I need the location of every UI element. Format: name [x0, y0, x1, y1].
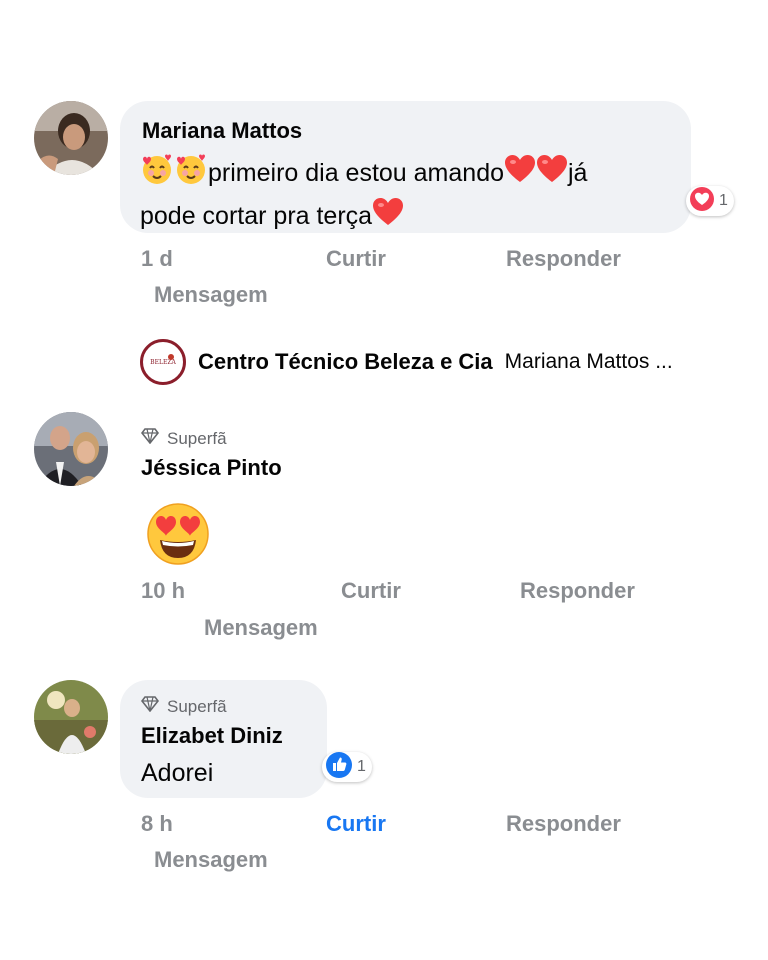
reply-preview[interactable]: BELEZA Centro Técnico Beleza e Cia Maria…	[140, 339, 673, 385]
reaction-count: 1	[357, 758, 366, 775]
red-heart-icon	[372, 197, 404, 238]
like-button[interactable]: Curtir	[326, 246, 386, 272]
like-button[interactable]: Curtir	[326, 811, 386, 837]
reaction-count: 1	[719, 192, 728, 209]
smiling-face-hearts-icon	[174, 152, 208, 197]
comment-author[interactable]: Elizabet Diniz	[141, 723, 283, 749]
badge-label: Superfã	[167, 696, 227, 716]
comment-bubble-mariana: Mariana Mattos primeiro dia estou amando…	[120, 101, 691, 233]
like-reaction-icon	[325, 751, 353, 784]
page-logo: BELEZA	[140, 339, 186, 385]
superfan-badge: Superfã	[140, 428, 227, 449]
svg-text:BELEZA: BELEZA	[150, 359, 176, 366]
heart-eyes-emoji	[142, 498, 214, 571]
message-button[interactable]: Mensagem	[204, 615, 318, 641]
reaction-summary[interactable]: 1	[322, 751, 372, 784]
comment-author[interactable]: Mariana Mattos	[142, 118, 302, 144]
avatar-jessica[interactable]	[34, 412, 108, 486]
comment-author[interactable]: Jéssica Pinto	[141, 455, 282, 481]
comment-text: primeiro dia estou amando já pode cortar …	[140, 152, 680, 238]
reply-button[interactable]: Responder	[520, 578, 635, 604]
comment-text: Adorei	[141, 759, 214, 787]
comment-bubble-elizabet: Superfã Elizabet Diniz Adorei	[120, 680, 327, 798]
message-button[interactable]: Mensagem	[154, 847, 268, 873]
comment-time[interactable]: 10 h	[141, 578, 185, 604]
reply-button[interactable]: Responder	[506, 811, 621, 837]
love-reaction-icon	[689, 186, 715, 217]
badge-label: Superfã	[167, 428, 227, 448]
message-button[interactable]: Mensagem	[154, 282, 268, 308]
superfan-badge: Superfã	[140, 696, 227, 717]
comment-text-part: primeiro dia estou amando	[208, 159, 504, 188]
red-heart-icon	[536, 154, 568, 195]
red-heart-icon	[504, 154, 536, 195]
avatar-mariana[interactable]	[34, 101, 108, 175]
reply-page-name[interactable]: Centro Técnico Beleza e Cia	[198, 349, 493, 375]
reply-button[interactable]: Responder	[506, 246, 621, 272]
comment-time[interactable]: 8 h	[141, 811, 173, 837]
smiling-face-hearts-icon	[140, 152, 174, 197]
comment-text-part: já	[568, 159, 588, 188]
comment-text-part: pode cortar pra terça	[140, 202, 373, 231]
like-button[interactable]: Curtir	[341, 578, 401, 604]
reply-snippet: Mariana Mattos ...	[504, 350, 673, 373]
comment-time[interactable]: 1 d	[141, 246, 173, 272]
diamond-icon	[140, 428, 160, 449]
diamond-icon	[140, 696, 160, 717]
avatar-elizabet[interactable]	[34, 680, 108, 754]
reaction-summary[interactable]: 1	[686, 186, 734, 216]
